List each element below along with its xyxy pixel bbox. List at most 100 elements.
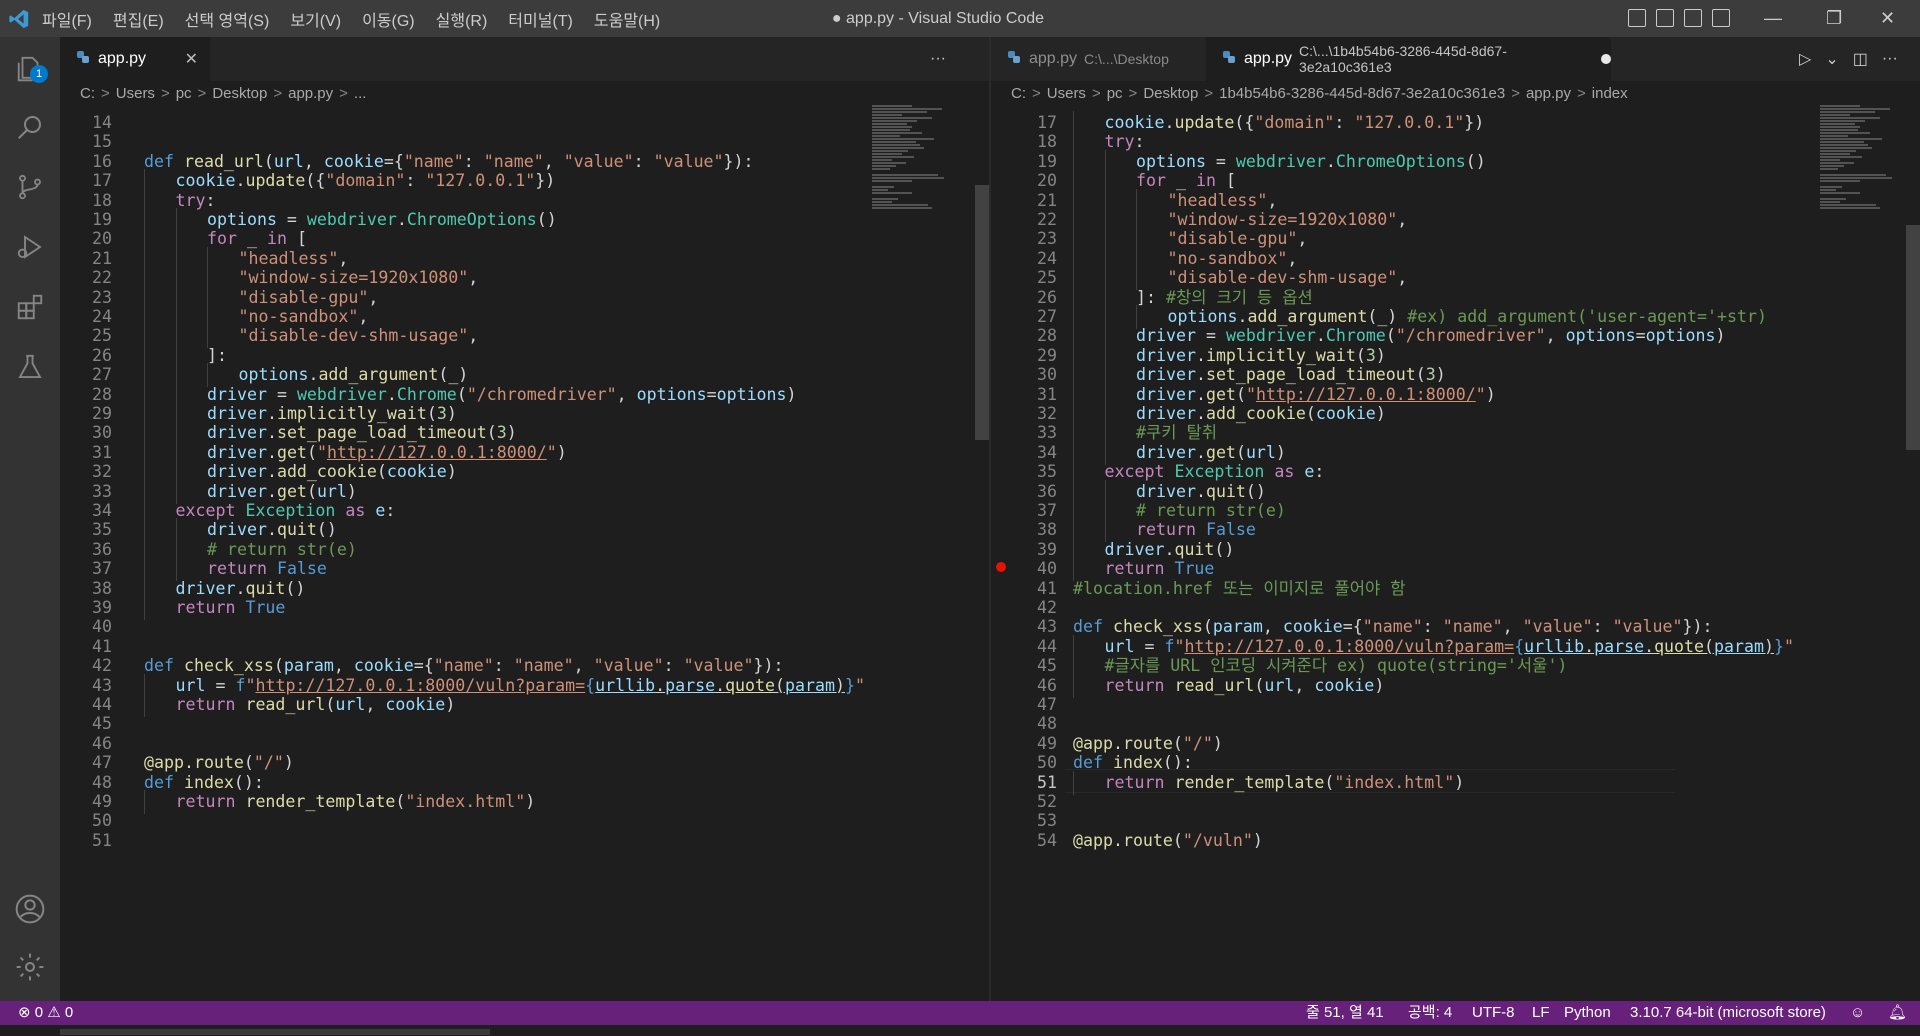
right-scroll-thumb[interactable] (1906, 225, 1920, 450)
left-tab-bar: app.py ✕ ··· (60, 37, 989, 81)
status-bar: ⊗ 0 ⚠ 0 줄 51, 열 41 공백: 4 UTF-8 LF Python… (0, 1001, 1920, 1025)
code-token: : (1314, 462, 1325, 482)
breadcrumb-item[interactable]: app.py (1526, 85, 1571, 102)
horizontal-scrollbar[interactable] (0, 1025, 1920, 1036)
code-token: quote (725, 675, 776, 695)
run-dropdown-icon[interactable]: ⌄ (1825, 49, 1838, 69)
code-token: options (716, 384, 787, 404)
left-scrollbar[interactable] (975, 105, 989, 1001)
run-python-file-icon[interactable]: ▷ (1799, 49, 1811, 69)
encoding[interactable]: UTF-8 (1472, 1001, 1515, 1025)
code-token: "/chromedriver" (466, 384, 617, 404)
breadcrumb-item[interactable]: pc (176, 85, 192, 102)
code-token: " (1174, 636, 1185, 656)
tab-app-py-guid[interactable]: app.py C:\...\1b4b54b6-3286-445d-8d67-3e… (1206, 37, 1611, 81)
toggle-secondary-sidebar-icon[interactable] (1684, 9, 1702, 27)
search-icon[interactable] (10, 107, 50, 147)
breadcrumb-item[interactable]: pc (1107, 85, 1123, 102)
warning-count: 0 (64, 1004, 74, 1021)
code-token: False (1205, 520, 1256, 540)
more-actions-icon[interactable]: ··· (1882, 50, 1898, 68)
code-token: # return str(e) (207, 539, 357, 559)
code-token: ) (1375, 404, 1386, 423)
code-token: "127.0.0.1" (425, 171, 536, 191)
source-control-icon[interactable] (10, 167, 50, 207)
code-token: , (616, 384, 637, 404)
toggle-panel-icon[interactable] (1656, 9, 1674, 27)
code-token: ( (1254, 675, 1265, 695)
code-token: "value" (563, 151, 634, 171)
code-token: , (1397, 268, 1408, 288)
restore-button[interactable]: ❐ (1826, 0, 1842, 37)
breadcrumb-item[interactable]: Desktop (1143, 85, 1198, 102)
breadcrumb-item[interactable]: Users (1047, 85, 1086, 102)
code-token: : (405, 171, 426, 191)
more-actions-icon[interactable]: ··· (930, 50, 946, 68)
code-token: , (1297, 229, 1308, 249)
code-token: set_page_load_timeout (1205, 365, 1416, 385)
toggle-primary-sidebar-icon[interactable] (1628, 9, 1646, 27)
code-token: ( (1324, 772, 1335, 792)
code-token: urllib (595, 675, 656, 695)
customize-layout-icon[interactable] (1712, 9, 1730, 27)
extensions-icon[interactable] (10, 287, 50, 327)
breadcrumb-item[interactable]: C: (80, 85, 95, 102)
tab-description: C:\...\1b4b54b6-3286-445d-8d67-3e2a10c36… (1299, 43, 1507, 75)
code-token: ) (556, 442, 567, 462)
indentation[interactable]: 공백: 4 (1408, 1001, 1452, 1025)
code-token: options (1645, 326, 1716, 346)
right-code-editor[interactable]: 17 cookie.update({"domain": "127.0.0.1"})… (991, 105, 1920, 1001)
manage-gear-icon[interactable] (10, 947, 50, 987)
close-button[interactable]: ✕ (1880, 0, 1895, 37)
code-token: add_cookie (276, 462, 377, 482)
right-scrollbar[interactable] (1906, 105, 1920, 1001)
minimize-button[interactable]: — (1764, 0, 1782, 37)
code-token: Exception (245, 501, 336, 520)
testing-icon[interactable] (10, 347, 50, 387)
code-token: "headless" (1167, 190, 1268, 210)
left-scroll-thumb[interactable] (975, 185, 989, 440)
code-token: as (345, 501, 366, 520)
breadcrumb-item[interactable]: index (1592, 85, 1628, 102)
code-token: , (573, 656, 594, 676)
problems-indicator[interactable]: ⊗ 0 ⚠ 0 (18, 1001, 73, 1025)
code-token: ( (775, 675, 786, 695)
code-token: "domain" (1254, 113, 1335, 132)
code-token: implicitly_wait (1205, 345, 1356, 365)
run-debug-icon[interactable] (10, 227, 50, 267)
code-token: ]: (207, 345, 227, 365)
breadcrumb-item[interactable]: C: (1011, 85, 1026, 102)
code-token: ) (446, 462, 457, 482)
unsaved-dot-icon[interactable] (1601, 54, 1611, 64)
breadcrumb-item[interactable]: Users (116, 85, 155, 102)
code-token: , (338, 248, 349, 268)
code-token: }) (535, 171, 556, 191)
accounts-icon[interactable] (10, 889, 50, 929)
right-minimap[interactable] (1820, 105, 1920, 275)
code-token: try (175, 190, 206, 210)
code-token: http://127.0.0.1:8000/ (1255, 384, 1476, 404)
python-interpreter[interactable]: 3.10.7 64-bit (microsoft store) (1630, 1001, 1826, 1025)
left-code-editor[interactable]: 14 15 16 def read_url(url, cookie={"name": … (60, 105, 989, 1001)
split-editor-icon[interactable]: ◫ (1853, 49, 1868, 69)
close-tab-icon[interactable]: ✕ (185, 49, 198, 69)
left-minimap[interactable] (872, 105, 972, 275)
cursor-position[interactable]: 줄 51, 열 41 (1306, 1001, 1384, 1025)
notifications-bell-icon[interactable]: 🔔︎ (1888, 1001, 1907, 1025)
explorer-icon[interactable]: 1 (10, 49, 50, 89)
code-token: get (276, 442, 307, 462)
end-of-line[interactable]: LF (1532, 1001, 1550, 1025)
breadcrumb-item[interactable]: 1b4b54b6-3286-445d-8d67-3e2a10c361e3 (1219, 85, 1505, 102)
tab-app-py-desktop[interactable]: app.py C:\...\Desktop (991, 37, 1206, 81)
breadcrumb-item[interactable]: Desktop (212, 85, 267, 102)
feedback-icon[interactable]: ☺ (1850, 1001, 1865, 1025)
breadcrumb-item[interactable]: app.py (288, 85, 333, 102)
breadcrumb-item[interactable]: ... (354, 85, 367, 102)
code-line[interactable]: 51 (60, 829, 989, 853)
tab-app-py-left[interactable]: app.py ✕ (60, 37, 210, 81)
code-line[interactable]: 54 @app.route("/vuln") (991, 829, 1920, 853)
language-mode[interactable]: Python (1564, 1001, 1611, 1025)
horizontal-scroll-thumb[interactable] (60, 1029, 490, 1035)
code-token: : (1334, 113, 1355, 132)
